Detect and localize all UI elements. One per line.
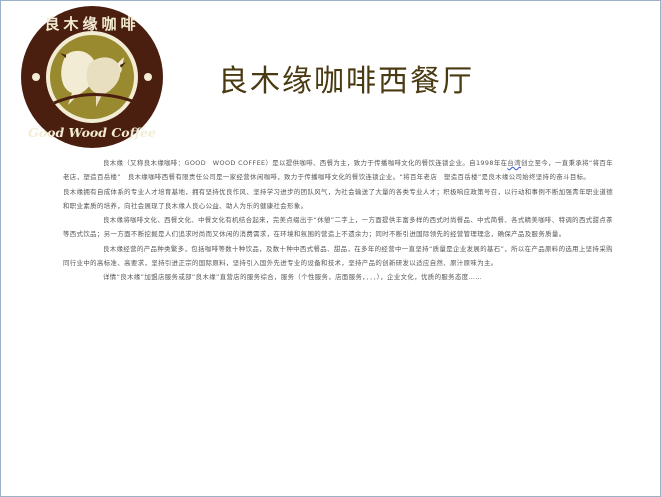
svg-text:Good Wood Coffee: Good Wood Coffee — [28, 125, 156, 140]
spellcheck-word: 台湾 — [507, 159, 522, 167]
paragraph-culture: 良木缘将咖啡文化、西餐文化、中餐文化有机结合起来，完美点缀出于“休憩”二字上，一… — [63, 216, 613, 239]
good-wood-coffee-logo: 良木缘咖啡 Good Wood Coffee — [21, 6, 163, 148]
paragraph-intro: 良木缘（又称良木缘咖啡：GOOD WOOD COFFEE）是以提供咖啡、西餐为主… — [63, 156, 619, 185]
intro-text: 良木缘（又称良木缘咖啡：GOOD WOOD COFFEE）是以提供咖啡、西餐为主… — [63, 156, 619, 285]
page-title: 良木缘咖啡西餐厅 — [218, 64, 474, 99]
paragraph-services: 详情“良木缘”加盟店服务或部“良木缘”直营店的服务综合，服务（个性服务，店面服务… — [103, 273, 483, 282]
svg-text:良木缘咖啡: 良木缘咖啡 — [44, 15, 139, 33]
paragraph-intro-part1: 良木缘（又称良木缘咖啡：GOOD WOOD COFFEE）是以提供咖啡、西餐为主… — [103, 159, 508, 167]
paragraph-talent: 良木缘拥有自成体系的专业人才培育基地，拥有坚持优良作风、坚持学习进步的团队风气，… — [63, 187, 614, 210]
paragraph-products: 良木缘经营的产品种类繁多，包括咖啡等数十种饮品，及数十种中西式餐品、甜品，在多年… — [63, 244, 613, 268]
